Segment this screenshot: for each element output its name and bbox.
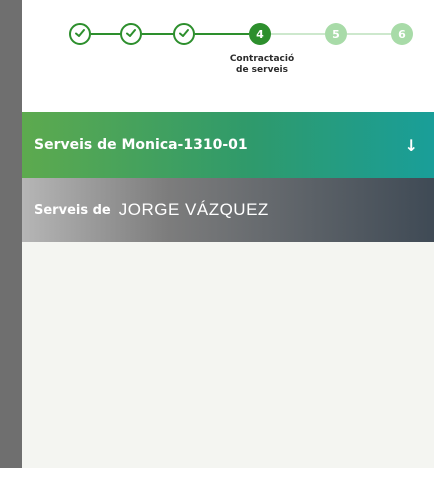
step-6-pending[interactable]: 6 xyxy=(391,23,413,45)
step-1-completed[interactable] xyxy=(69,23,91,45)
caption-line-2: de serveis xyxy=(236,65,288,75)
step-4-current[interactable]: 4 xyxy=(249,23,271,45)
step-connector xyxy=(271,33,325,35)
step-2-completed[interactable] xyxy=(120,23,142,45)
caption-line-1: Contractació xyxy=(229,54,295,64)
current-step-caption: Contractació de serveis xyxy=(222,54,302,76)
check-icon xyxy=(178,27,190,42)
progress-stepper: 4 5 6 Contractació de serveis xyxy=(22,0,434,112)
step-3-completed[interactable] xyxy=(173,23,195,45)
left-edge-bar xyxy=(0,0,22,468)
services-title: Serveis de Monica-1310-01 xyxy=(34,137,248,153)
check-icon xyxy=(125,27,137,42)
check-icon xyxy=(74,27,86,42)
owner-services-prefix: Serveis de xyxy=(34,202,111,218)
step-connector xyxy=(195,33,249,35)
owner-name: JORGE VÁZQUEZ xyxy=(118,200,269,219)
step-number: 4 xyxy=(256,27,264,41)
services-accordion-header[interactable]: Serveis de Monica-1310-01 ↓ xyxy=(22,112,434,178)
step-number: 6 xyxy=(398,27,406,41)
arrow-down-icon[interactable]: ↓ xyxy=(405,136,418,155)
step-number: 5 xyxy=(332,27,340,41)
step-connector xyxy=(91,33,121,35)
step-connector xyxy=(347,33,391,35)
step-connector xyxy=(142,33,174,35)
owner-services-header[interactable]: Serveis de JORGE VÁZQUEZ xyxy=(22,178,434,242)
step-5-pending[interactable]: 5 xyxy=(325,23,347,45)
